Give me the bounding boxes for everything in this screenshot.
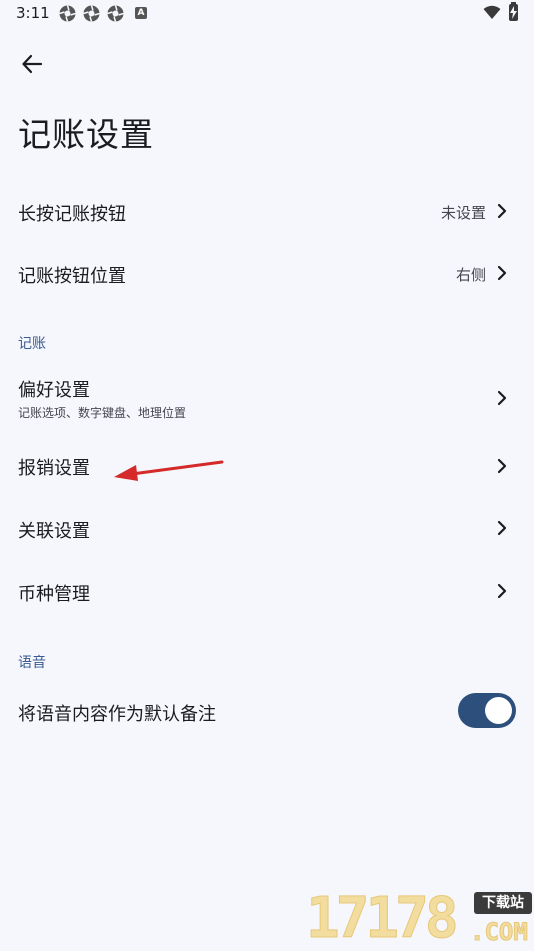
chevron-right-icon: [497, 390, 507, 406]
aperture-icon: [107, 5, 124, 22]
setting-value: 右侧: [455, 266, 486, 284]
page-title: 记账设置: [18, 115, 154, 154]
battery-charging-icon: [509, 2, 518, 21]
chevron-right-icon: [497, 203, 507, 219]
section-header-voice: 语音: [18, 655, 46, 671]
reimbursement-setting[interactable]: 报销设置: [0, 434, 534, 496]
watermark-digits: 17178: [306, 886, 460, 951]
back-button[interactable]: [14, 46, 50, 82]
aperture-icon: [59, 5, 76, 22]
long-press-button-setting[interactable]: 长按记账按钮 未设置: [0, 180, 534, 242]
currency-management-setting[interactable]: 币种管理: [0, 560, 534, 622]
chevron-right-icon: [497, 583, 507, 599]
watermark-suffix: .COM: [470, 918, 529, 947]
setting-subtitle: 记账选项、数字键盘、地理位置: [18, 406, 187, 420]
watermark-badge: 下载站: [474, 892, 532, 914]
watermark-logo: 17178 下载站 .COM: [306, 886, 534, 951]
chevron-right-icon: [497, 458, 507, 474]
setting-label: 偏好设置: [18, 380, 90, 401]
chevron-right-icon: [497, 520, 507, 536]
setting-label: 报销设置: [18, 458, 90, 479]
setting-label: 币种管理: [18, 584, 90, 605]
notification-letter-icon: A: [135, 7, 147, 19]
aperture-icon: [83, 5, 100, 22]
status-time: 3:11: [16, 4, 50, 22]
preferences-setting[interactable]: 偏好设置 记账选项、数字键盘、地理位置: [0, 364, 534, 434]
arrow-back-icon: [22, 54, 43, 74]
status-bar: 3:11 A: [0, 0, 534, 28]
setting-label: 记账按钮位置: [18, 266, 126, 287]
setting-label: 将语音内容作为默认备注: [18, 704, 216, 725]
voice-note-toggle[interactable]: [458, 693, 516, 728]
setting-label: 长按记账按钮: [18, 204, 126, 225]
voice-note-setting[interactable]: 将语音内容作为默认备注: [0, 680, 534, 742]
setting-value: 未设置: [440, 204, 486, 222]
toggle-knob: [485, 697, 512, 724]
chevron-right-icon: [497, 265, 507, 281]
section-header-bookkeeping: 记账: [18, 336, 46, 352]
red-arrow-annotation: [114, 460, 224, 481]
button-position-setting[interactable]: 记账按钮位置 右侧: [0, 242, 534, 304]
linked-setting[interactable]: 关联设置: [0, 497, 534, 559]
wifi-icon: [483, 5, 501, 24]
setting-label: 关联设置: [18, 521, 90, 542]
